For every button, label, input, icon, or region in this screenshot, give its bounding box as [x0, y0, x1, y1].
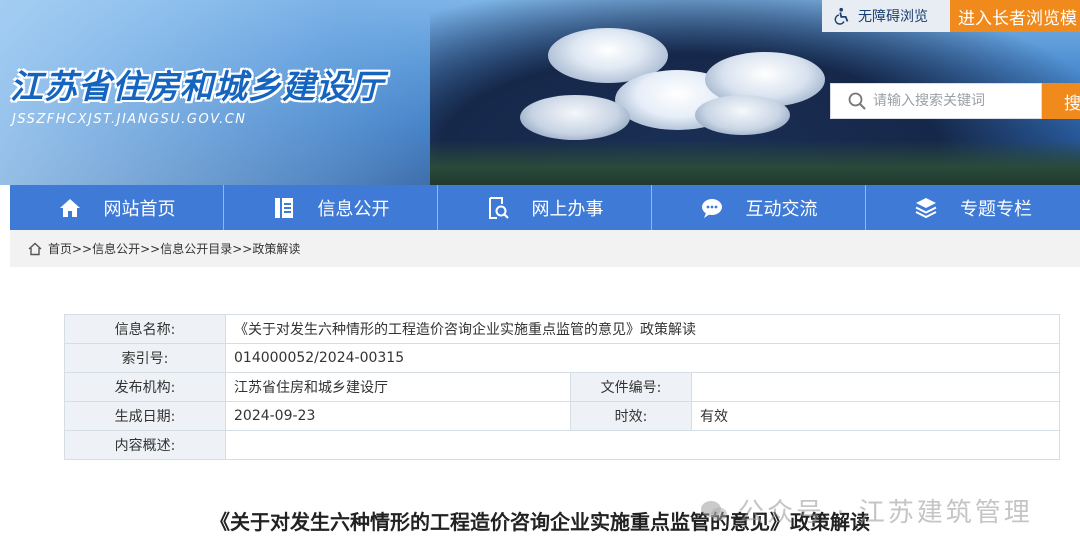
- site-title[interactable]: 江苏省住房和城乡建设厅: [10, 60, 384, 108]
- breadcrumb: 首页>>信息公开>>信息公开目录>>政策解读: [10, 230, 1080, 267]
- search-doc-icon: [488, 196, 509, 219]
- header-banner: 江苏省住房和城乡建设厅 JSSZFHCXJST.JIANGSU.GOV.CN 无…: [0, 0, 1080, 185]
- info-table: 信息名称: 《关于对发生六种情形的工程造价咨询企业实施重点监管的意见》政策解读 …: [64, 314, 1060, 460]
- accessibility-icon: [834, 7, 849, 25]
- info-name-value: 《关于对发生六种情形的工程造价咨询企业实施重点监管的意见》政策解读: [225, 314, 1060, 344]
- table-row: 生成日期: 2024-09-23 时效: 有效: [64, 401, 1060, 431]
- watermark: 公众号 · 江苏建筑管理: [700, 492, 1033, 529]
- breadcrumb-trail[interactable]: 首页>>信息公开>>信息公开目录>>政策解读: [48, 240, 300, 257]
- info-validity-value: 有效: [691, 401, 1060, 431]
- info-docno-value: [691, 372, 1060, 402]
- search-icon: [848, 92, 866, 110]
- nav-label: 互动交流: [745, 198, 818, 220]
- chat-icon: [701, 198, 722, 218]
- nav-item-special-topics[interactable]: 专题专栏: [866, 185, 1080, 230]
- info-date-label: 生成日期:: [64, 401, 226, 431]
- info-index-value: 014000052/2024-00315: [225, 343, 1060, 373]
- table-row: 内容概述:: [64, 430, 1060, 460]
- table-row: 信息名称: 《关于对发生六种情形的工程造价咨询企业实施重点监管的意见》政策解读: [64, 314, 1060, 344]
- info-summary-label: 内容概述:: [64, 430, 226, 460]
- accessible-label: 无障碍浏览: [858, 9, 928, 25]
- info-name-label: 信息名称:: [64, 314, 226, 344]
- info-summary-value: [225, 430, 1060, 460]
- home-icon: [59, 198, 80, 217]
- info-docno-label: 文件编号:: [570, 372, 692, 402]
- nav-item-home[interactable]: 网站首页: [10, 185, 224, 230]
- search-input[interactable]: [873, 93, 1033, 109]
- nav-item-interaction[interactable]: 互动交流: [652, 185, 866, 230]
- elder-mode-button[interactable]: 进入长者浏览模: [950, 0, 1080, 32]
- main-nav: 网站首页 信息公开 网上办事 互动交流 专题专栏: [10, 185, 1080, 230]
- document-list-icon: [274, 197, 293, 218]
- info-date-value: 2024-09-23: [225, 401, 571, 431]
- accessible-browse-button[interactable]: 无障碍浏览: [822, 0, 950, 32]
- search-box[interactable]: [830, 83, 1042, 119]
- nav-label: 网站首页: [103, 198, 176, 220]
- table-row: 索引号: 014000052/2024-00315: [64, 343, 1060, 373]
- info-index-label: 索引号:: [64, 343, 226, 373]
- nav-label: 信息公开: [317, 198, 390, 220]
- info-org-value: 江苏省住房和城乡建设厅: [225, 372, 571, 402]
- wechat-icon: [701, 500, 727, 520]
- info-org-label: 发布机构:: [64, 372, 226, 402]
- nav-label: 网上办事: [531, 198, 604, 220]
- search-button[interactable]: 搜索: [1042, 83, 1080, 119]
- home-icon: [28, 242, 42, 255]
- table-row: 发布机构: 江苏省住房和城乡建设厅 文件编号:: [64, 372, 1060, 402]
- site-domain: JSSZFHCXJST.JIANGSU.GOV.CN: [12, 112, 247, 127]
- nav-item-info-disclosure[interactable]: 信息公开: [224, 185, 438, 230]
- nav-item-online-services[interactable]: 网上办事: [438, 185, 652, 230]
- info-validity-label: 时效:: [570, 401, 692, 431]
- layers-icon: [915, 197, 937, 218]
- nav-label: 专题专栏: [959, 198, 1032, 220]
- watermark-text: 公众号 · 江苏建筑管理: [738, 498, 1033, 528]
